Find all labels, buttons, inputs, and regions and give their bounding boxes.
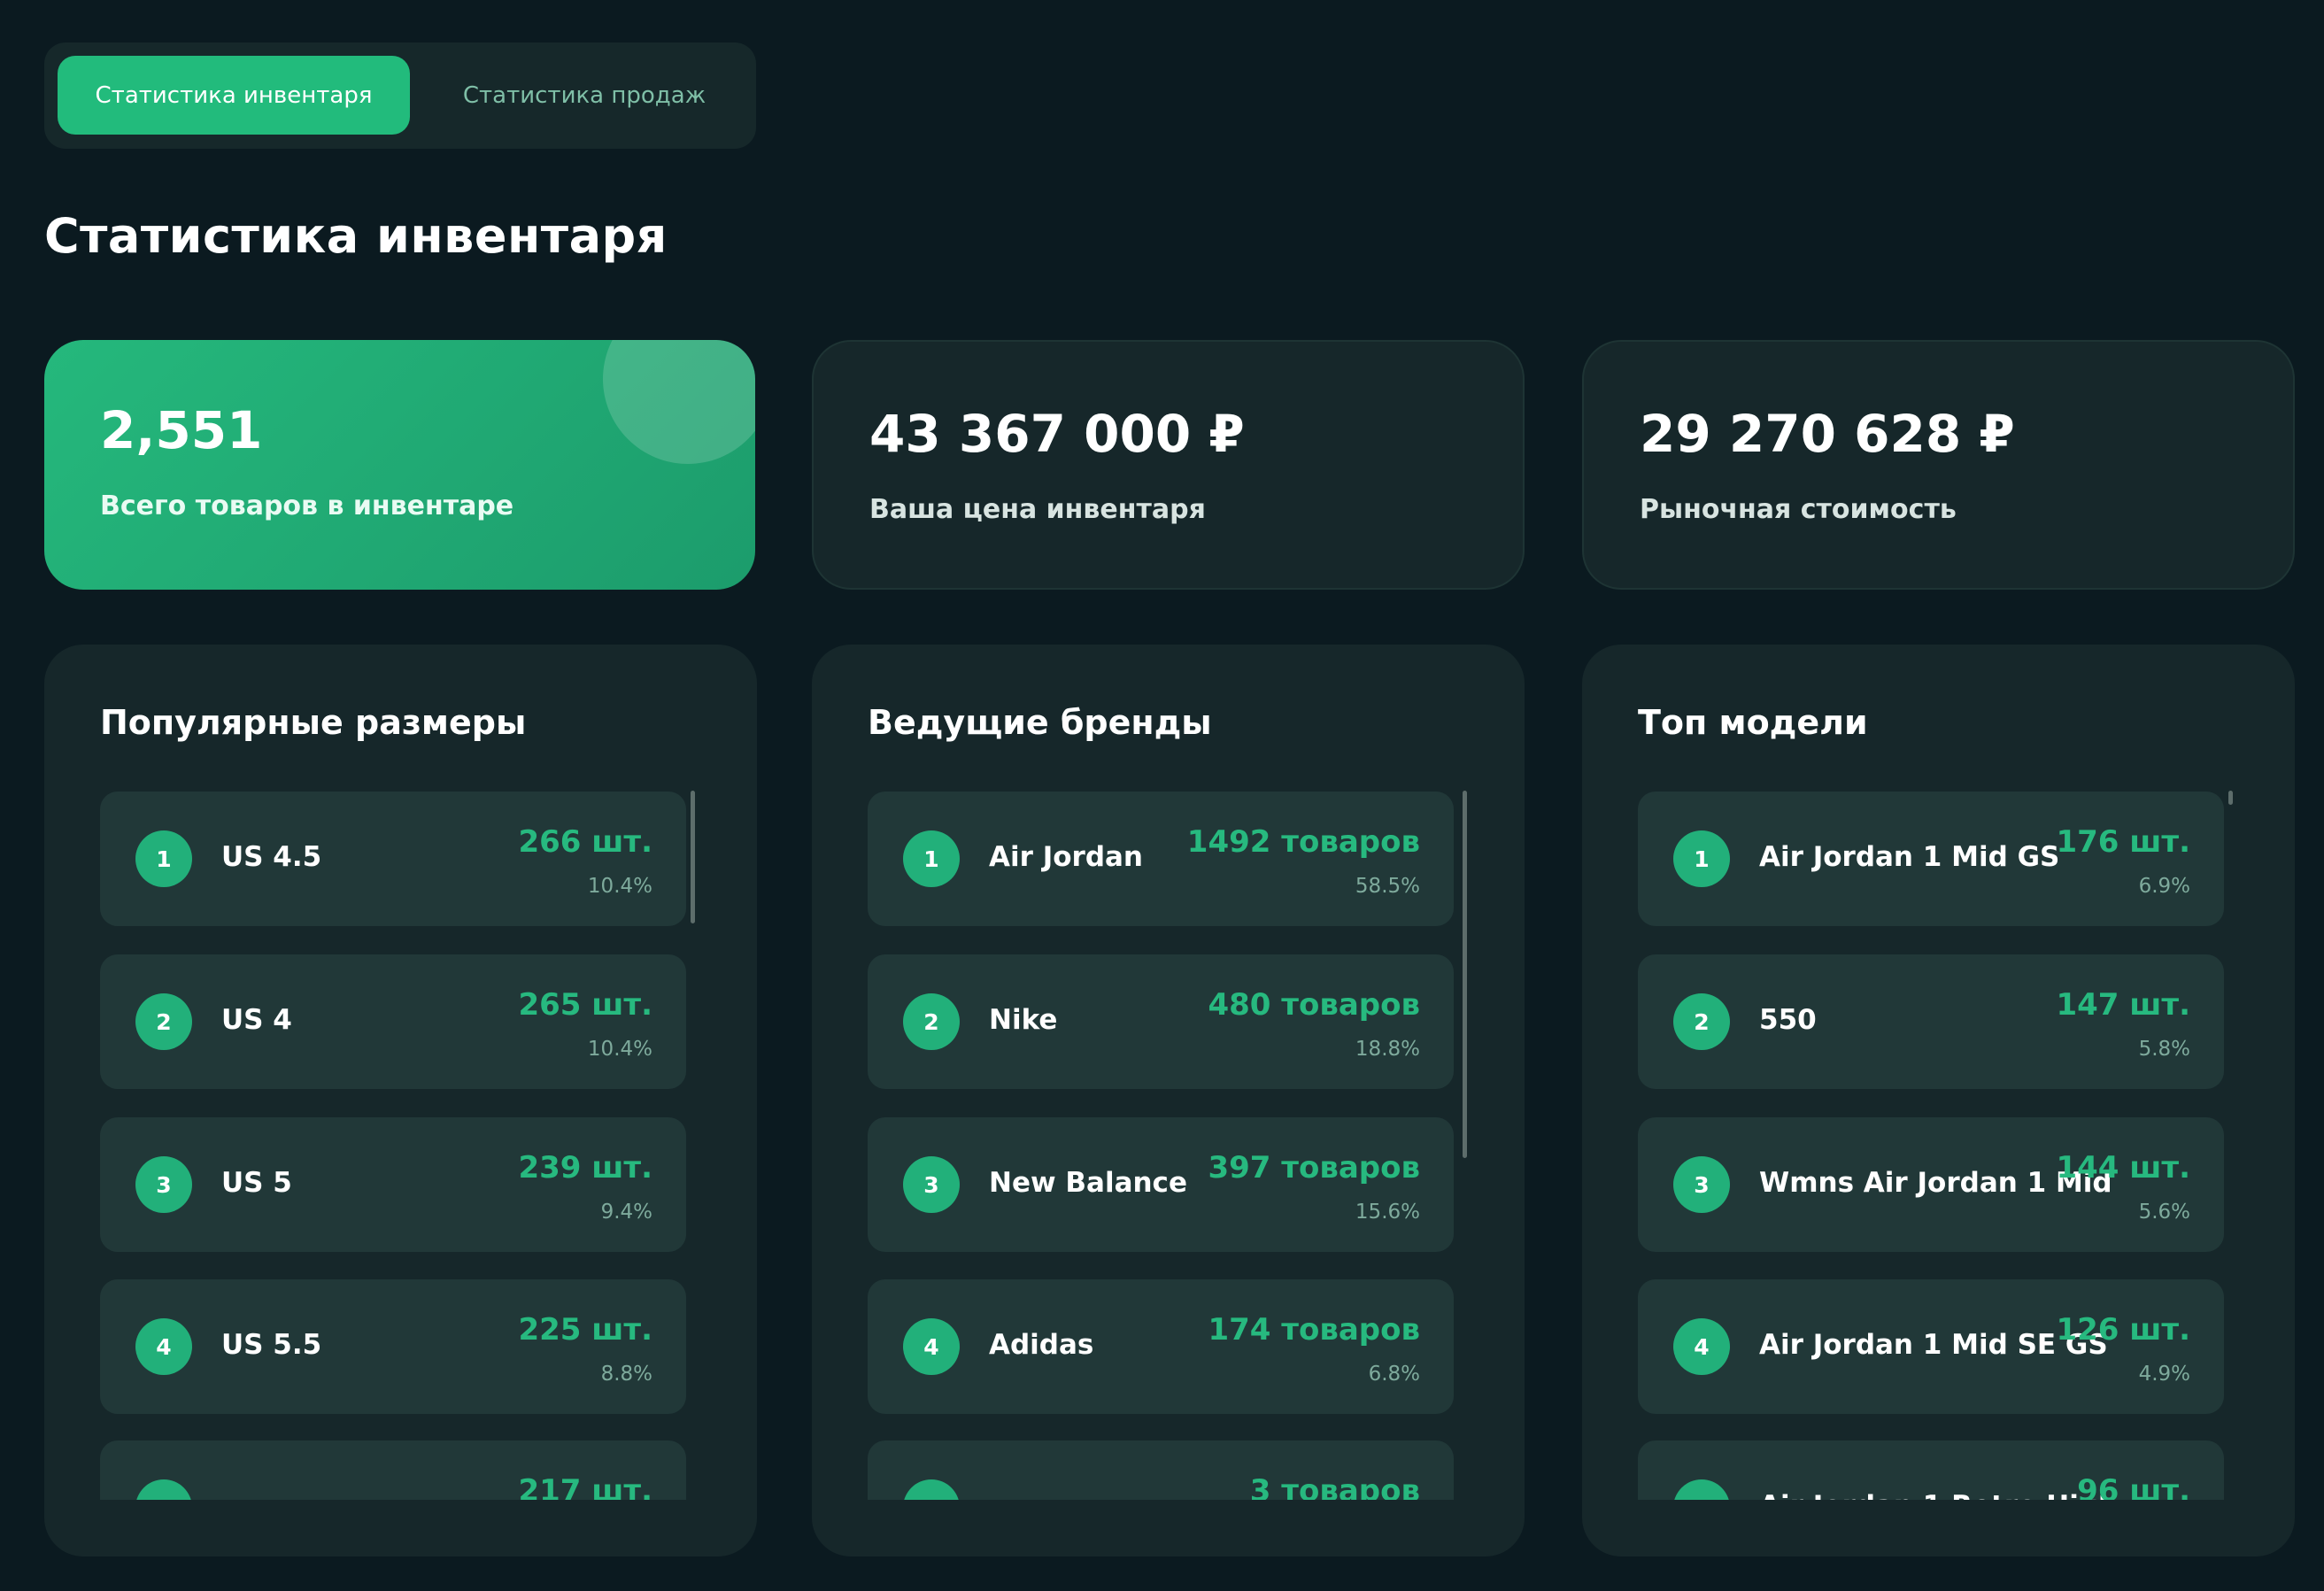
rank-badge [135,1479,192,1500]
list-item[interactable]: 3 товаров [868,1440,1454,1500]
list-item[interactable]: 217 шт. [100,1440,686,1500]
tab-inventory-stats[interactable]: Статистика инвентаря [58,56,410,135]
item-count: 239 шт. [518,1150,652,1186]
stat-value: 2,551 [100,400,263,460]
item-count: 3 товаров [1249,1473,1420,1500]
rank-badge: 4 [135,1318,192,1375]
panel-title: Популярные размеры [100,703,527,742]
item-percent: 8.8% [600,1363,652,1386]
panel-title: Ведущие бренды [868,703,1212,742]
list-item[interactable]: 3 New Balance 397 товаров 15.6% [868,1117,1454,1252]
rank-badge: 1 [135,830,192,887]
item-count: 126 шт. [2056,1312,2190,1348]
item-count: 225 шт. [518,1312,652,1348]
item-count: 174 товаров [1208,1312,1420,1348]
item-name: 550 [1759,1004,1817,1036]
list-item[interactable]: 1 Air Jordan 1 Mid GS 176 шт. 6.9% [1638,792,2224,926]
item-count: 176 шт. [2056,824,2190,860]
item-percent: 6.8% [1368,1363,1420,1386]
item-count: 1492 товаров [1186,824,1420,860]
list-item[interactable]: 4 US 5.5 225 шт. 8.8% [100,1279,686,1414]
item-name: Air Jordan 1 Mid GS [1759,841,2060,873]
scrollbar[interactable] [691,791,695,923]
item-percent: 5.6% [2138,1201,2190,1224]
item-count: 266 шт. [518,824,652,860]
list-item[interactable]: 3 US 5 239 шт. 9.4% [100,1117,686,1252]
item-name: US 5 [221,1167,292,1199]
item-name: Adidas [989,1329,1094,1361]
panel-top-models: Топ модели 1 Air Jordan 1 Mid GS 176 шт.… [1582,645,2295,1556]
list-item[interactable]: 4 Adidas 174 товаров 6.8% [868,1279,1454,1414]
rank-badge: 4 [903,1318,960,1375]
panel-popular-sizes: Популярные размеры 1 US 4.5 266 шт. 10.4… [44,645,757,1556]
item-count: 147 шт. [2056,987,2190,1023]
list-item[interactable]: 1 Air Jordan 1492 товаров 58.5% [868,792,1454,926]
item-percent: 5.8% [2138,1038,2190,1061]
list-item[interactable]: 2 US 4 265 шт. 10.4% [100,954,686,1089]
panel-title: Топ модели [1638,703,1868,742]
stat-value: 43 367 000 ₽ [869,404,1245,464]
item-count: 217 шт. [518,1473,652,1500]
item-count: 397 товаров [1208,1150,1420,1186]
list-item[interactable]: 1 US 4.5 266 шт. 10.4% [100,792,686,926]
item-percent: 4.9% [2138,1363,2190,1386]
item-count: 265 шт. [518,987,652,1023]
sizes-list[interactable]: 1 US 4.5 266 шт. 10.4% 2 US 4 265 шт. 10… [100,792,686,1500]
item-name: US 4.5 [221,841,322,873]
list-item[interactable]: 4 Air Jordan 1 Mid SE GS 126 шт. 4.9% [1638,1279,2224,1414]
rank-badge: 2 [903,993,960,1050]
item-name: Air Jordan 1 Retro High [1759,1490,2118,1500]
item-percent: 9.4% [600,1201,652,1224]
list-item[interactable]: 3 Wmns Air Jordan 1 Mid 144 шт. 5.6% [1638,1117,2224,1252]
brands-list[interactable]: 1 Air Jordan 1492 товаров 58.5% 2 Nike 4… [868,792,1454,1500]
item-count: 96 шт. [2077,1473,2190,1500]
models-list[interactable]: 1 Air Jordan 1 Mid GS 176 шт. 6.9% 2 550… [1638,792,2224,1500]
rank-badge: 2 [1673,993,1730,1050]
item-percent: 58.5% [1355,875,1420,898]
stat-card-market-value: 29 270 628 ₽ Рыночная стоимость [1582,340,2295,590]
item-name: US 5.5 [221,1329,322,1361]
stat-label: Рыночная стоимость [1640,494,1957,525]
rank-badge: 3 [1673,1156,1730,1213]
stat-value: 29 270 628 ₽ [1640,404,2015,464]
rank-badge [903,1479,960,1500]
list-item[interactable]: 2 550 147 шт. 5.8% [1638,954,2224,1089]
tab-sales-stats[interactable]: Статистика продаж [438,56,730,135]
list-item[interactable]: 2 Nike 480 товаров 18.8% [868,954,1454,1089]
stat-card-total-items: 2,551 Всего товаров в инвентаре [44,340,755,590]
item-percent: 15.6% [1355,1201,1420,1224]
rank-badge: 3 [135,1156,192,1213]
item-percent: 18.8% [1355,1038,1420,1061]
item-percent: 10.4% [587,875,652,898]
item-name: Air Jordan [989,841,1143,873]
scrollbar[interactable] [1463,791,1467,1158]
item-percent: 10.4% [587,1038,652,1061]
rank-badge: 2 [135,993,192,1050]
tab-bar: Статистика инвентаря Статистика продаж [44,42,756,149]
rank-badge [1673,1479,1730,1500]
rank-badge: 1 [903,830,960,887]
decorative-circle [603,340,755,464]
rank-badge: 4 [1673,1318,1730,1375]
rank-badge: 3 [903,1156,960,1213]
panel-top-brands: Ведущие бренды 1 Air Jordan 1492 товаров… [812,645,1525,1556]
item-count: 480 товаров [1208,987,1420,1023]
item-name: US 4 [221,1004,292,1036]
page-title: Статистика инвентаря [44,208,668,264]
item-percent: 6.9% [2138,875,2190,898]
item-count: 144 шт. [2056,1150,2190,1186]
list-item[interactable]: Air Jordan 1 Retro High 96 шт. [1638,1440,2224,1500]
stat-label: Ваша цена инвентаря [869,494,1206,525]
stat-card-your-price: 43 367 000 ₽ Ваша цена инвентаря [812,340,1525,590]
rank-badge: 1 [1673,830,1730,887]
scrollbar[interactable] [2228,791,2233,805]
stat-label: Всего товаров в инвентаре [100,490,514,521]
item-name: Nike [989,1004,1058,1036]
item-name: New Balance [989,1167,1187,1199]
